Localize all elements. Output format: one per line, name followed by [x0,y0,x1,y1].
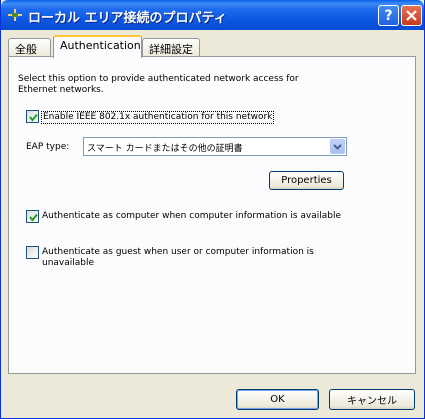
checkmark-icon [29,213,38,222]
properties-button[interactable]: Properties [269,171,344,190]
eap-type-value: スマート カードまたはその他の証明書 [87,144,243,154]
tab-authentication[interactable]: Authentication [53,35,142,58]
tab-advanced[interactable]: 詳細設定 [142,38,200,57]
auth-as-guest-label[interactable]: Authenticate as guest when user or compu… [42,247,332,269]
enable-8021x-label[interactable]: Enable IEEE 802.1x authentication for th… [41,111,275,124]
auth-as-computer-label[interactable]: Authenticate as computer when computer i… [42,211,341,222]
close-button[interactable] [401,5,422,26]
network-connection-icon [7,7,23,23]
window-title: ローカル エリア接続のプロパティ [28,11,227,26]
ok-button[interactable]: OK [236,389,319,410]
auth-as-computer-checkbox[interactable] [26,210,39,223]
enable-8021x-checkbox[interactable] [26,110,39,123]
question-mark-icon: ? [384,7,393,24]
dropdown-button[interactable] [330,139,345,154]
title-bar[interactable]: ローカル エリア接続のプロパティ ? [1,0,424,30]
help-button[interactable]: ? [378,5,399,26]
tab-general[interactable]: 全般 [8,38,51,57]
eap-type-select[interactable]: スマート カードまたはその他の証明書 [83,137,347,156]
checkmark-icon [29,113,38,122]
properties-dialog: ローカル エリア接続のプロパティ ? 全般 Authentication 詳細設… [0,0,425,419]
eap-type-label: EAP type: [26,142,70,152]
cancel-button[interactable]: キャンセル [329,389,415,410]
auth-as-guest-checkbox[interactable] [26,246,39,259]
close-icon [406,10,417,21]
description-text: Select this option to provide authentica… [18,74,299,95]
chevron-down-icon [333,144,342,150]
